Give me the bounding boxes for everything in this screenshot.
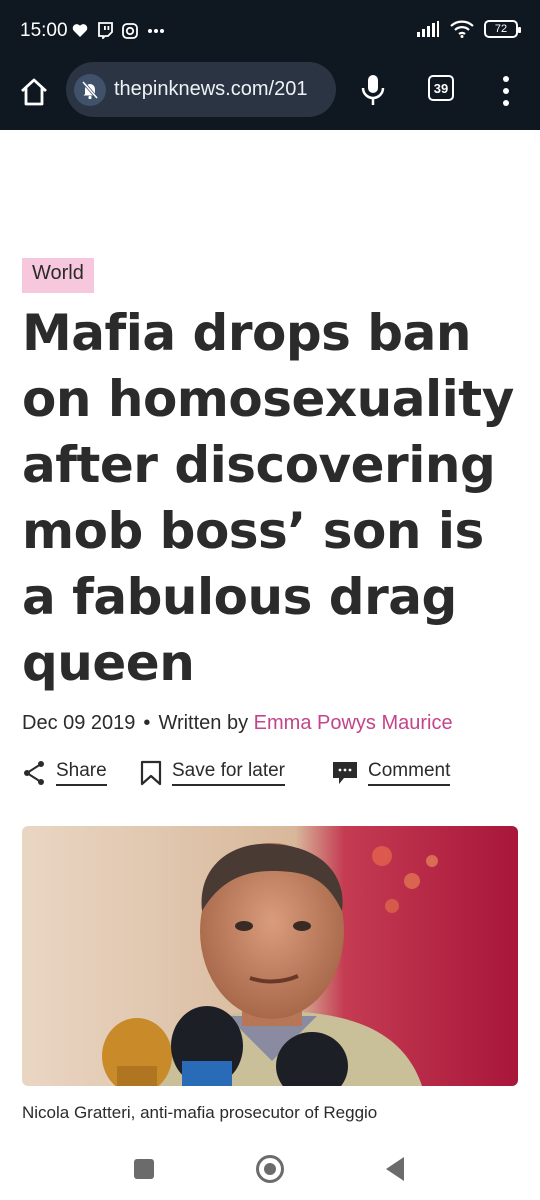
- share-icon: [24, 761, 44, 785]
- address-bar[interactable]: thepinknews.com/201: [66, 62, 336, 117]
- author-link[interactable]: Emma Powys Maurice: [254, 712, 453, 734]
- microphone-icon[interactable]: [358, 72, 388, 108]
- comment-button[interactable]: Comment: [332, 760, 451, 786]
- article-meta: Dec 09 2019 • Written by Emma Powys Mauric…: [22, 712, 453, 735]
- url-text[interactable]: thepinknews.com/201: [114, 78, 307, 101]
- bookmark-icon: [140, 760, 162, 786]
- status-bar: 15:00 72: [0, 0, 540, 62]
- meta-separator: •: [143, 712, 151, 734]
- tab-switcher-button[interactable]: 39: [428, 75, 454, 101]
- instagram-icon: [122, 22, 138, 39]
- battery-icon: 72: [484, 20, 521, 38]
- status-time: 15:00: [20, 20, 68, 41]
- home-icon[interactable]: [18, 76, 50, 108]
- more-notifications-icon: [148, 28, 164, 33]
- article-date: Dec 09 2019: [22, 712, 136, 734]
- wifi-icon: [450, 20, 474, 38]
- share-label: Share: [56, 760, 107, 786]
- notification-icons: [72, 22, 165, 39]
- category-tag[interactable]: World: [22, 258, 94, 293]
- back-icon[interactable]: [386, 1157, 404, 1181]
- comment-label: Comment: [368, 760, 451, 786]
- system-navigation-bar: [0, 1140, 540, 1200]
- twitch-icon: [98, 22, 113, 39]
- recent-apps-icon[interactable]: [134, 1159, 154, 1179]
- system-icons: 72: [416, 20, 521, 38]
- heart-icon: [72, 24, 88, 37]
- browser-menu-icon[interactable]: [500, 76, 512, 106]
- save-for-later-label: Save for later: [172, 760, 285, 786]
- share-button[interactable]: Share: [22, 760, 107, 786]
- photo-caption: Nicola Gratteri, anti-mafia prosecutor o…: [22, 1103, 378, 1122]
- browser-toolbar: thepinknews.com/201 39: [0, 62, 540, 130]
- comment-icon: [333, 762, 357, 784]
- signal-icon: [417, 21, 439, 37]
- article-photo[interactable]: [22, 826, 518, 1086]
- article-actions: Share Save for later Comment: [22, 760, 522, 800]
- home-button-icon[interactable]: [256, 1155, 284, 1183]
- notifications-blocked-icon[interactable]: [74, 73, 106, 106]
- article-headline: Mafia drops ban on homosexuality after d…: [22, 304, 514, 692]
- save-for-later-button[interactable]: Save for later: [140, 760, 285, 786]
- written-by-label: Written by: [158, 712, 249, 734]
